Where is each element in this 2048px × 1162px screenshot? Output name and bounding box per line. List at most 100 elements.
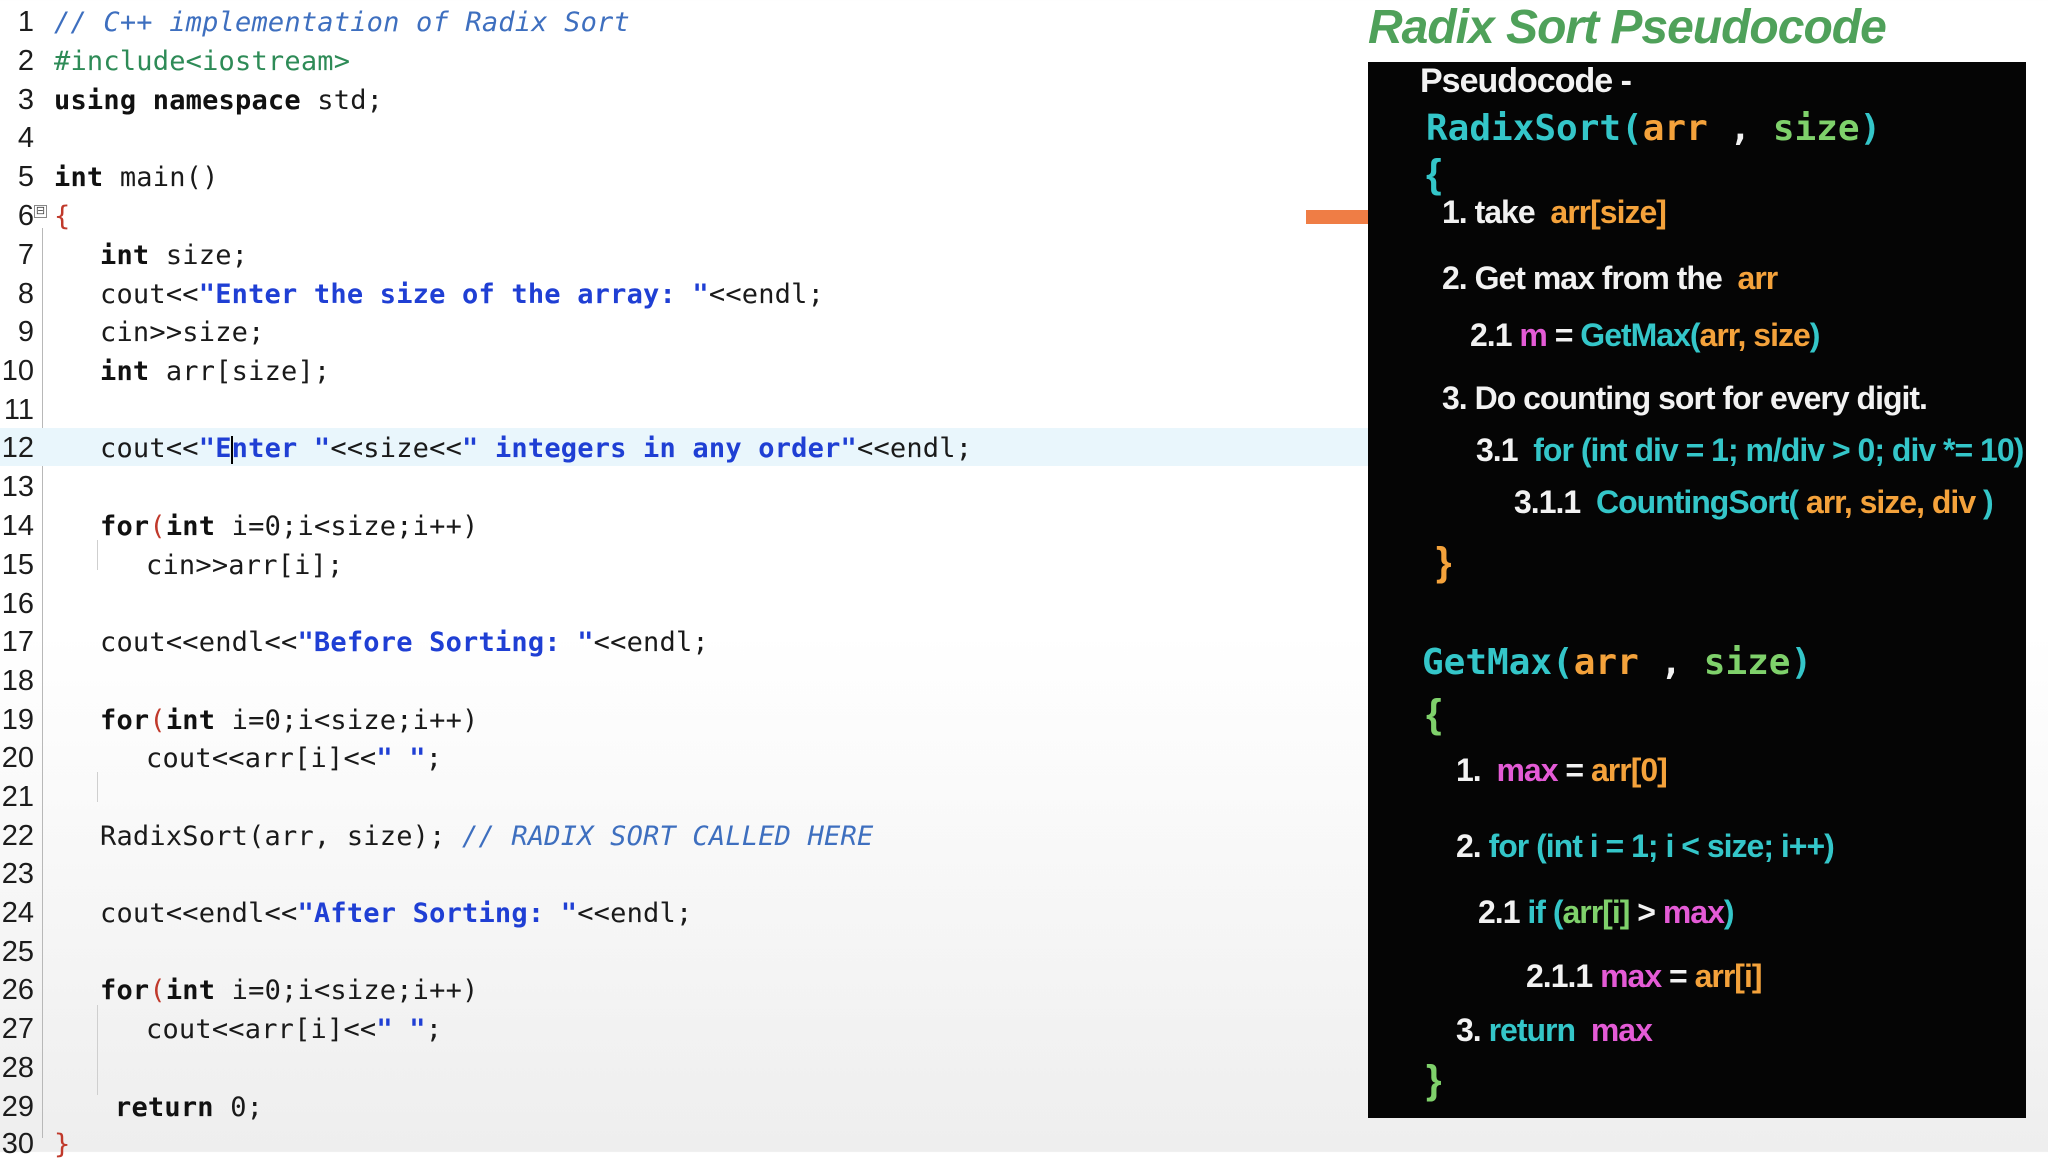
step-label: 3.1 bbox=[1476, 432, 1518, 468]
panel-title: Radix Sort Pseudocode bbox=[1368, 1, 1887, 54]
code-text: cin>>arr[i]; bbox=[146, 550, 344, 581]
code-line[interactable]: 21 bbox=[0, 777, 1370, 815]
code-line[interactable]: 30 } bbox=[0, 1124, 1370, 1162]
radixsort-signature: RadixSort(arr , size) bbox=[1426, 108, 1881, 149]
keyword: using namespace bbox=[54, 85, 301, 116]
keyword: for bbox=[100, 705, 150, 736]
code-line[interactable]: 6 { bbox=[0, 196, 1370, 234]
code-line[interactable]: 5 int main() bbox=[0, 157, 1370, 195]
code-line[interactable]: 20 cout<<arr[i]<<" "; bbox=[0, 738, 1370, 776]
step-label: 2.1 bbox=[1478, 894, 1520, 930]
pseudocode-panel: Pseudocode - RadixSort(arr , size) { 1. … bbox=[1368, 62, 2026, 1118]
step-value: arr bbox=[1737, 260, 1779, 296]
line-number: 29 bbox=[1, 1091, 34, 1123]
code-line[interactable]: 15 cin>>arr[i]; bbox=[0, 545, 1370, 583]
line-number: 7 bbox=[17, 239, 34, 271]
line-number: 12 bbox=[1, 432, 34, 464]
return-keyword: return bbox=[1488, 1012, 1576, 1048]
code-line[interactable]: 23 bbox=[0, 854, 1370, 892]
string: "E bbox=[198, 433, 232, 464]
string: "After Sorting: " bbox=[297, 898, 578, 929]
step-label: 2. Get max from the bbox=[1442, 260, 1723, 296]
code-text: <<endl; bbox=[593, 627, 709, 658]
code-text: std; bbox=[300, 85, 384, 116]
line-number: 30 bbox=[1, 1128, 34, 1160]
code-line[interactable]: 17 cout<<endl<<"Before Sorting: "<<endl; bbox=[0, 622, 1370, 660]
arg: size bbox=[1772, 108, 1860, 149]
code-text: cout<<endl<< bbox=[100, 898, 298, 929]
line-number: 11 bbox=[3, 394, 34, 426]
keyword: int bbox=[100, 240, 150, 271]
preprocessor: #include<iostream> bbox=[54, 46, 351, 77]
code-line[interactable]: 18 bbox=[0, 661, 1370, 699]
brace: } bbox=[54, 1129, 71, 1160]
line-number: 20 bbox=[1, 742, 34, 774]
line-number: 15 bbox=[1, 549, 34, 581]
current-code-line[interactable]: 12 cout<<"Enter "<<size<<" integers in a… bbox=[0, 428, 1370, 466]
paren: ) bbox=[1859, 108, 1882, 149]
code-line[interactable]: 13 bbox=[0, 467, 1370, 505]
loop-code: for (int div = 1; m/div > 0; div *= 10) bbox=[1533, 432, 2024, 468]
line-number: 8 bbox=[17, 278, 34, 310]
line-number: 3 bbox=[17, 84, 34, 116]
code-line[interactable]: 22 RadixSort(arr, size); // RADIX SORT C… bbox=[0, 816, 1370, 854]
getmax-step-1: 1. max = arr[0] bbox=[1456, 752, 1668, 789]
close-brace: } bbox=[1426, 1058, 1442, 1102]
line-number: 21 bbox=[1, 781, 34, 813]
args: arr, size, div bbox=[1798, 484, 1983, 520]
code-line[interactable]: 25 bbox=[0, 932, 1370, 970]
keyword: int bbox=[165, 511, 216, 542]
op: = bbox=[1557, 752, 1591, 788]
string: " " bbox=[376, 743, 426, 774]
getmax-step-2-1-1: 2.1.1 max = arr[i] bbox=[1526, 958, 1762, 995]
paren: ) bbox=[1983, 484, 1994, 520]
paren: ) bbox=[1723, 894, 1735, 930]
arg: size bbox=[1703, 642, 1791, 683]
if-keyword: if ( bbox=[1527, 894, 1563, 930]
code-line[interactable]: 29 return 0; bbox=[0, 1087, 1370, 1125]
code-line[interactable]: 9 cin>>size; bbox=[0, 312, 1370, 350]
line-number: 19 bbox=[1, 704, 34, 736]
code-line[interactable]: 24 cout<<endl<<"After Sorting: "<<endl; bbox=[0, 893, 1370, 931]
code-line[interactable]: 28 bbox=[0, 1048, 1370, 1086]
line-number: 24 bbox=[1, 897, 34, 929]
var: max bbox=[1496, 752, 1558, 788]
code-text: cin>>size; bbox=[100, 317, 265, 348]
step-3-1-1: 3.1.1 CountingSort( arr, size, div ) bbox=[1514, 484, 1994, 521]
paren: ( bbox=[149, 705, 166, 736]
close-brace: } bbox=[1436, 540, 1452, 584]
getmax-step-2: 2. for (int i = 1; i < size; i++) bbox=[1456, 828, 1835, 865]
code-line[interactable]: 11 bbox=[0, 390, 1370, 428]
code-line[interactable]: 14 for(int i=0;i<size;i++) bbox=[0, 506, 1370, 544]
code-text: arr[size]; bbox=[149, 356, 331, 387]
paren: ) bbox=[1809, 317, 1821, 353]
code-line[interactable]: 2 #include<iostream> bbox=[0, 41, 1370, 79]
step-1: 1. take arr[size] bbox=[1442, 194, 1667, 231]
string: "Before Sorting: " bbox=[297, 627, 594, 658]
code-line[interactable]: 3 using namespace std; bbox=[0, 80, 1370, 118]
code-editor[interactable]: ⊟ 1 // C++ implementation of Radix Sort … bbox=[0, 0, 1370, 1160]
step-label: 3.1.1 bbox=[1514, 484, 1581, 520]
code-line[interactable]: 7 int size; bbox=[0, 235, 1370, 273]
code-line[interactable]: 1 // C++ implementation of Radix Sort bbox=[0, 2, 1370, 40]
var: max bbox=[1662, 894, 1725, 930]
var: m bbox=[1519, 317, 1547, 353]
code-text: cout<<arr[i]<< bbox=[146, 1014, 377, 1045]
code-text: cout<<endl<< bbox=[100, 627, 298, 658]
line-number: 4 bbox=[17, 122, 34, 154]
arg: arr bbox=[1573, 642, 1639, 683]
code-line[interactable]: 19 for(int i=0;i<size;i++) bbox=[0, 700, 1370, 738]
step-label: 1. bbox=[1456, 752, 1482, 788]
step-value: arr[size] bbox=[1550, 194, 1666, 230]
step-label: 2.1.1 bbox=[1526, 958, 1593, 994]
code-line[interactable]: 8 cout<<"Enter the size of the array: "<… bbox=[0, 274, 1370, 312]
code-text: RadixSort(arr, size); bbox=[100, 821, 463, 852]
paren: ( bbox=[149, 975, 166, 1006]
code-line[interactable]: 10 int arr[size]; bbox=[0, 351, 1370, 389]
code-line[interactable]: 26 for(int i=0;i<size;i++) bbox=[0, 970, 1370, 1008]
code-line[interactable]: 4 bbox=[0, 118, 1370, 156]
arg: arr bbox=[1642, 108, 1708, 149]
step-label: 2. bbox=[1456, 828, 1482, 864]
code-line[interactable]: 16 bbox=[0, 584, 1370, 622]
code-line[interactable]: 27 cout<<arr[i]<<" "; bbox=[0, 1009, 1370, 1047]
